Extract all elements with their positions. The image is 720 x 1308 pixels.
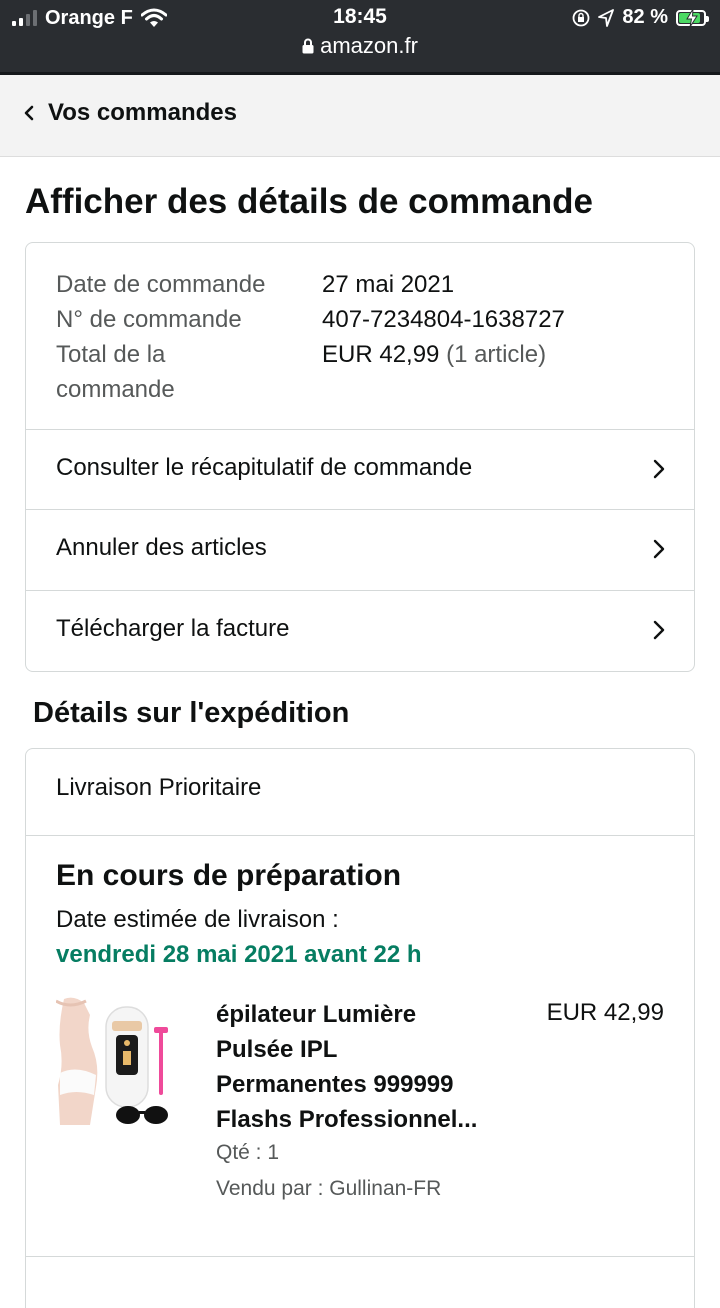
cancel-items-label: Annuler des articles — [56, 534, 267, 561]
battery-icon — [676, 8, 709, 27]
orientation-lock-icon — [573, 9, 590, 26]
order-number-value: 407-7234804-1638727 — [322, 306, 565, 333]
product-price: EUR 42,99 — [546, 999, 664, 1026]
estimated-delivery-label: Date estimée de livraison : — [56, 906, 339, 933]
chevron-right-icon — [653, 620, 665, 640]
product-title-link[interactable]: épilateur Lumière Pulsée IPL Permanentes… — [216, 997, 516, 1137]
address-bar[interactable]: amazon.fr — [0, 33, 720, 59]
nav-bar: Vos commandes — [0, 75, 720, 157]
shipping-method: Livraison Prioritaire — [56, 774, 262, 801]
product-quantity: Qté : 1 — [216, 1141, 280, 1164]
order-date-label: Date de commande — [56, 271, 266, 298]
shipment-status: En cours de préparation — [56, 859, 402, 892]
product-title-line: épilateur Lumière — [216, 1001, 417, 1028]
cancel-items-link[interactable]: Annuler des articles — [26, 509, 694, 590]
order-total-value: EUR 42,99 — [322, 341, 440, 368]
order-total-label-line2: commande — [56, 376, 175, 403]
battery-percent: 82 % — [622, 6, 668, 28]
location-icon — [598, 8, 615, 27]
url-text: amazon.fr — [320, 33, 418, 58]
back-link[interactable]: Vos commandes — [22, 99, 237, 127]
order-number-label: N° de commande — [56, 306, 242, 333]
product-title-line: Pulsée IPL — [216, 1036, 338, 1063]
order-total-label-line1: Total de la — [56, 341, 166, 368]
order-date-value: 27 mai 2021 — [322, 271, 455, 298]
chevron-right-icon — [653, 539, 665, 559]
status-right: 82 % — [572, 6, 709, 29]
download-invoice-link[interactable]: Télécharger la facture — [26, 590, 694, 671]
lock-icon — [302, 38, 314, 54]
view-summary-link[interactable]: Consulter le récapitulatif de commande — [26, 429, 694, 510]
product-seller: Vendu par : Gullinan-FR — [216, 1177, 442, 1200]
divider — [26, 835, 694, 836]
product-image[interactable] — [56, 995, 181, 1130]
divider — [26, 1256, 694, 1257]
page-title: Afficher des détails de commande — [25, 182, 593, 221]
shipping-card: Livraison Prioritaire En cours de prépar… — [25, 748, 695, 1308]
estimated-delivery-date: vendredi 28 mai 2021 avant 22 h — [56, 941, 422, 968]
status-bar: Orange F 18:45 amazon.fr 82 % — [0, 0, 720, 75]
shipping-section-title: Détails sur l'expédition — [33, 697, 350, 729]
download-invoice-label: Télécharger la facture — [56, 615, 290, 642]
order-info-card: Date de commande 27 mai 2021 N° de comma… — [25, 242, 695, 672]
order-total-label: Total de la commande — [56, 337, 322, 407]
product-title-line: Permanentes 999999 — [216, 1071, 454, 1098]
order-info: Date de commande 27 mai 2021 N° de comma… — [56, 267, 565, 407]
order-item-count: (1 article) — [446, 341, 547, 368]
chevron-left-icon — [24, 105, 34, 121]
chevron-right-icon — [653, 459, 665, 479]
product-title-line: Flashs Professionnel... — [216, 1106, 478, 1133]
back-label: Vos commandes — [48, 99, 237, 126]
order-total: EUR 42,99 (1 article) — [322, 337, 546, 407]
view-summary-label: Consulter le récapitulatif de commande — [56, 454, 473, 481]
